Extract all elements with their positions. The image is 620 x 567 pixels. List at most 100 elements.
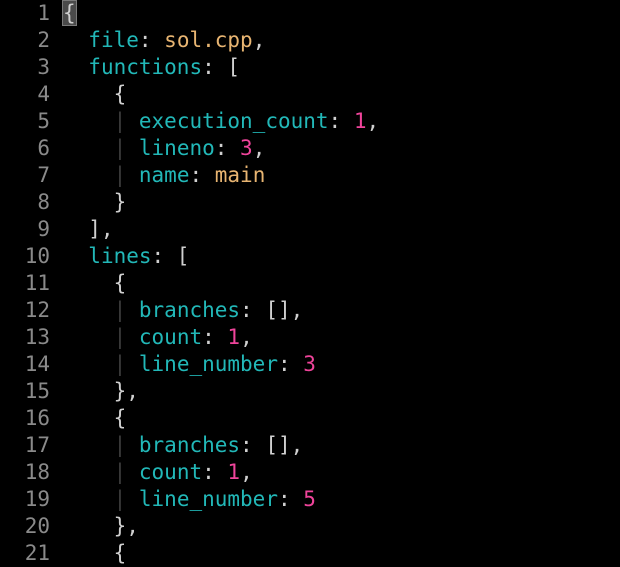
line-number: 17 bbox=[24, 433, 50, 457]
code-editor[interactable]: 1{2 file: sol.cpp, 3 functions: [4 {5 | e… bbox=[0, 0, 620, 567]
line-number: 1 bbox=[37, 1, 50, 25]
code-token-punct: : bbox=[328, 109, 354, 133]
code-line[interactable]: 7 | name: main bbox=[0, 162, 620, 189]
code-token-key: functions bbox=[88, 55, 203, 79]
line-content: { bbox=[63, 540, 127, 567]
code-token-key: lineno bbox=[138, 136, 215, 160]
line-content: | name: main bbox=[63, 162, 266, 189]
code-token-punct: , bbox=[240, 325, 253, 349]
code-token-number: 1 bbox=[227, 325, 241, 349]
code-token-punct bbox=[63, 325, 114, 349]
line-content: | count: 1, bbox=[63, 324, 253, 351]
code-line[interactable]: 10 lines: [ bbox=[0, 243, 620, 270]
code-token-number: 3 bbox=[303, 352, 316, 376]
code-token-string: sol.cpp bbox=[164, 28, 253, 52]
code-token-punct bbox=[63, 460, 114, 484]
code-token-punct: , bbox=[252, 136, 266, 160]
line-content: | branches: [], bbox=[63, 297, 304, 324]
indent-guide: | bbox=[113, 433, 127, 457]
code-token-punct: ], bbox=[63, 217, 114, 241]
code-line[interactable]: 4 { bbox=[0, 81, 620, 108]
code-line[interactable]: 18 | count: 1, bbox=[0, 459, 620, 486]
code-line[interactable]: 2 file: sol.cpp, bbox=[0, 27, 620, 54]
code-line[interactable]: 5 | execution_count: 1, bbox=[0, 108, 620, 135]
code-line[interactable]: 20 }, bbox=[0, 513, 620, 540]
code-token-key: line_number bbox=[138, 487, 278, 511]
line-number: 2 bbox=[37, 28, 50, 52]
line-number: 3 bbox=[37, 55, 50, 79]
line-number: 11 bbox=[24, 271, 50, 295]
code-line[interactable]: 11 { bbox=[0, 270, 620, 297]
code-token-punct bbox=[126, 325, 139, 349]
code-token-punct: { bbox=[63, 541, 127, 565]
line-content: file: sol.cpp, bbox=[63, 27, 265, 54]
code-token-key: branches bbox=[138, 298, 241, 322]
code-line[interactable]: 3 functions: [ bbox=[0, 54, 620, 81]
line-number: 4 bbox=[37, 82, 50, 106]
code-token-punct bbox=[63, 244, 88, 268]
code-token-punct bbox=[126, 109, 139, 133]
code-line[interactable]: 19 | line_number: 5 bbox=[0, 486, 620, 513]
code-token-punct bbox=[63, 109, 114, 133]
code-token-number: 1 bbox=[353, 109, 367, 133]
code-line[interactable]: 8 } bbox=[0, 189, 620, 216]
code-token-punct: { bbox=[63, 406, 127, 430]
indent-guide: | bbox=[113, 487, 127, 511]
code-token-punct: : [], bbox=[240, 433, 304, 457]
code-token-punct: : bbox=[277, 352, 304, 376]
text-cursor: { bbox=[62, 0, 77, 26]
code-token-punct: : bbox=[202, 460, 228, 484]
code-token-punct: , bbox=[240, 460, 253, 484]
line-content: | count: 1, bbox=[63, 459, 253, 486]
code-line[interactable]: 1{ bbox=[0, 0, 620, 27]
line-content: { bbox=[62, 0, 77, 27]
line-content: ], bbox=[63, 216, 114, 243]
line-number: 15 bbox=[24, 379, 50, 403]
code-token-number: 1 bbox=[227, 460, 241, 484]
code-line[interactable]: 6 | lineno: 3, bbox=[0, 135, 620, 162]
line-number: 13 bbox=[24, 325, 50, 349]
indent-guide: | bbox=[113, 298, 127, 322]
code-token-punct: : [ bbox=[151, 244, 190, 268]
indent-guide: | bbox=[113, 460, 127, 484]
code-token-string: main bbox=[214, 163, 266, 187]
code-token-punct: , bbox=[252, 28, 266, 52]
code-token-punct bbox=[63, 433, 114, 457]
line-number: 10 bbox=[24, 244, 50, 268]
code-token-punct bbox=[126, 460, 139, 484]
line-content: functions: [ bbox=[63, 54, 240, 81]
line-number: 19 bbox=[24, 487, 50, 511]
code-line[interactable]: 17 | branches: [], bbox=[0, 432, 620, 459]
line-number: 9 bbox=[37, 217, 50, 241]
code-line[interactable]: 15 }, bbox=[0, 378, 620, 405]
code-token-punct: }, bbox=[63, 379, 139, 403]
code-token-punct: : [], bbox=[240, 298, 304, 322]
code-line[interactable]: 9 ], bbox=[0, 216, 620, 243]
code-token-punct bbox=[126, 136, 139, 160]
code-token-punct bbox=[126, 163, 139, 187]
code-line[interactable]: 14 | line_number: 3 bbox=[0, 351, 620, 378]
line-number: 20 bbox=[24, 514, 50, 538]
indent-guide: | bbox=[113, 352, 127, 376]
line-number: 5 bbox=[37, 109, 50, 133]
code-line[interactable]: 21 { bbox=[0, 540, 620, 567]
code-token-punct: : bbox=[202, 325, 228, 349]
code-line[interactable]: 13 | count: 1, bbox=[0, 324, 620, 351]
code-token-punct bbox=[63, 487, 114, 511]
line-content: | execution_count: 1, bbox=[63, 108, 380, 135]
code-token-punct: { bbox=[63, 82, 127, 106]
indent-guide: | bbox=[113, 163, 127, 187]
line-content: { bbox=[63, 81, 127, 108]
code-token-key: name bbox=[138, 163, 190, 187]
code-token-punct: : [ bbox=[202, 55, 241, 79]
code-line[interactable]: 16 { bbox=[0, 405, 620, 432]
code-token-key: file bbox=[88, 28, 139, 52]
code-token-punct bbox=[63, 28, 88, 52]
line-content: }, bbox=[63, 513, 139, 540]
code-token-key: count bbox=[138, 460, 203, 484]
line-content: | branches: [], bbox=[63, 432, 304, 459]
code-token-punct: : bbox=[277, 487, 304, 511]
code-line[interactable]: 12 | branches: [], bbox=[0, 297, 620, 324]
code-token-key: line_number bbox=[138, 352, 278, 376]
code-token-number: 3 bbox=[240, 136, 253, 160]
